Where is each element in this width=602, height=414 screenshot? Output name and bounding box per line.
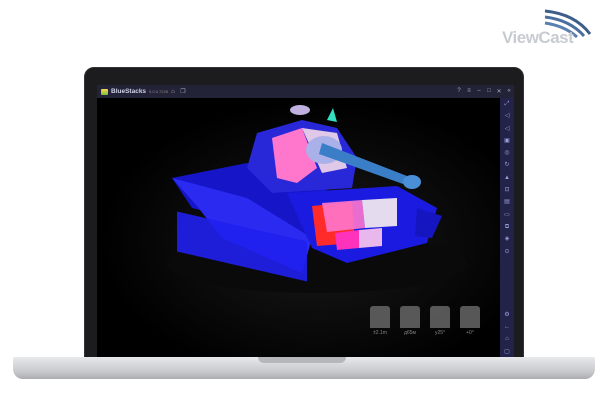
install-apk-icon[interactable]: ▲	[504, 172, 510, 184]
hud-controls: ±2.1m д65м у25° +0°	[369, 306, 481, 336]
volume-down-icon[interactable]: ◁	[505, 123, 510, 135]
volume-up-icon[interactable]: ◁	[505, 110, 510, 122]
record-icon[interactable]: ▤	[504, 196, 510, 208]
hull-icon	[400, 306, 420, 328]
fullscreen-icon[interactable]: ⤢	[505, 98, 510, 110]
gun-angle-icon	[460, 306, 480, 328]
laptop-notch	[258, 357, 346, 363]
game-viewport[interactable]: ±2.1m д65м у25° +0°	[97, 98, 500, 358]
help-icon[interactable]: ?	[454, 88, 464, 95]
title-bar: BlueStacks 5.0.0.7228 ⌂ ❐ ? ≡ – □ ✕ «	[97, 85, 514, 98]
hud-hull[interactable]: д65м	[399, 306, 421, 336]
app-name: BlueStacks	[111, 88, 147, 95]
rotate-icon[interactable]: ↻	[504, 159, 509, 171]
minimize-icon[interactable]: –	[474, 88, 484, 95]
bluestacks-logo-icon	[101, 88, 108, 95]
move-icon	[370, 306, 390, 328]
home-icon[interactable]: ⌂	[168, 89, 178, 95]
close-icon[interactable]: ✕	[494, 88, 504, 95]
folder-icon[interactable]: ▭	[504, 209, 510, 221]
home-icon[interactable]: ⌂	[505, 333, 509, 345]
keymap-icon[interactable]: ▣	[504, 135, 510, 147]
armor-pink	[322, 200, 365, 232]
screenshot-icon[interactable]: ⊡	[504, 184, 509, 196]
sidebar: ⤢ ◁ ◁ ▣ ◎ ↻ ▲ ⊡ ▤ ▭ ⧉ ◈ ⊙ ⚙ ← ⌂ ▢	[500, 98, 514, 358]
viewcast-logo-text: ViewCast	[502, 28, 574, 47]
settings-icon[interactable]: ⚙	[504, 309, 509, 321]
hud-gun-angle[interactable]: +0°	[459, 306, 481, 336]
macro-icon[interactable]: ⊙	[504, 246, 509, 258]
bluestacks-window: BlueStacks 5.0.0.7228 ⌂ ❐ ? ≡ – □ ✕ « ±2…	[97, 85, 514, 358]
collapse-sidebar-icon[interactable]: «	[504, 88, 514, 95]
back-icon[interactable]: ←	[504, 321, 510, 333]
eco-mode-icon[interactable]: ◈	[505, 233, 510, 245]
app-version: 5.0.0.7228	[149, 89, 168, 94]
hud-turret[interactable]: у25°	[429, 306, 451, 336]
hud-move[interactable]: ±2.1m	[369, 306, 391, 336]
multi-instance-icon[interactable]: ⧉	[505, 221, 509, 233]
menu-icon[interactable]: ≡	[464, 88, 474, 95]
multi-instance-icon[interactable]: ❐	[178, 88, 188, 95]
maximize-icon[interactable]: □	[484, 88, 494, 95]
armor-white	[362, 198, 397, 228]
turret-icon	[430, 306, 450, 328]
camera-icon[interactable]: ◎	[504, 147, 509, 159]
